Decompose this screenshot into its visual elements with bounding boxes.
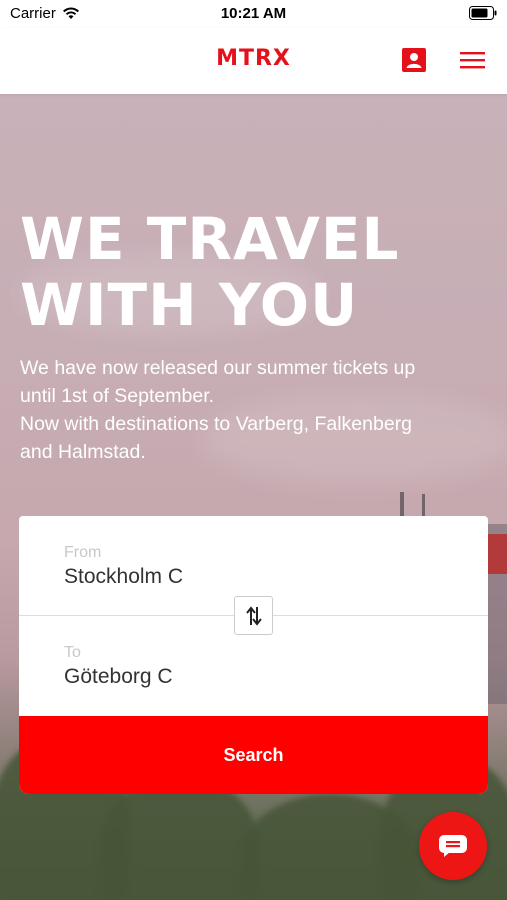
hero-section: WE TRAVEL WITH YOU We have now released … xyxy=(0,94,507,900)
hero-description: We have now released our summer tickets … xyxy=(20,354,490,466)
profile-icon[interactable] xyxy=(402,48,426,72)
battery-icon xyxy=(469,6,497,20)
hero-description-line: We have now released our summer tickets … xyxy=(20,357,416,379)
hero-headline-line: WITH YOU xyxy=(20,271,359,339)
from-station-value[interactable]: Stockholm C xyxy=(64,565,183,589)
swap-arrows-icon xyxy=(246,606,262,626)
clock: 10:21 AM xyxy=(220,5,287,22)
hero-description-line: Now with destinations to Varberg, Falken… xyxy=(20,413,413,435)
search-button[interactable]: Search xyxy=(19,716,488,794)
hero-description-line: and Halmstad. xyxy=(20,441,146,463)
background-train xyxy=(485,534,507,574)
from-label: From xyxy=(64,544,102,561)
to-station-value[interactable]: Göteborg C xyxy=(64,665,173,689)
hero-headline: WE TRAVEL WITH YOU xyxy=(20,206,490,338)
hero-description-line: until 1st of September. xyxy=(20,385,215,407)
top-nav-bar: MTRX xyxy=(0,28,507,94)
chat-icon xyxy=(439,835,467,857)
chat-button[interactable] xyxy=(419,812,487,880)
to-label: To xyxy=(64,644,81,661)
hero-headline-line: WE TRAVEL xyxy=(20,205,400,273)
status-bar: Carrier 10:21 AM xyxy=(0,0,507,28)
brand-logo[interactable]: MTRX xyxy=(0,46,507,71)
swap-stations-button[interactable] xyxy=(234,596,273,635)
booking-card: From Stockholm C To Göteborg C Search xyxy=(19,516,488,794)
hamburger-menu-icon[interactable] xyxy=(460,50,485,70)
